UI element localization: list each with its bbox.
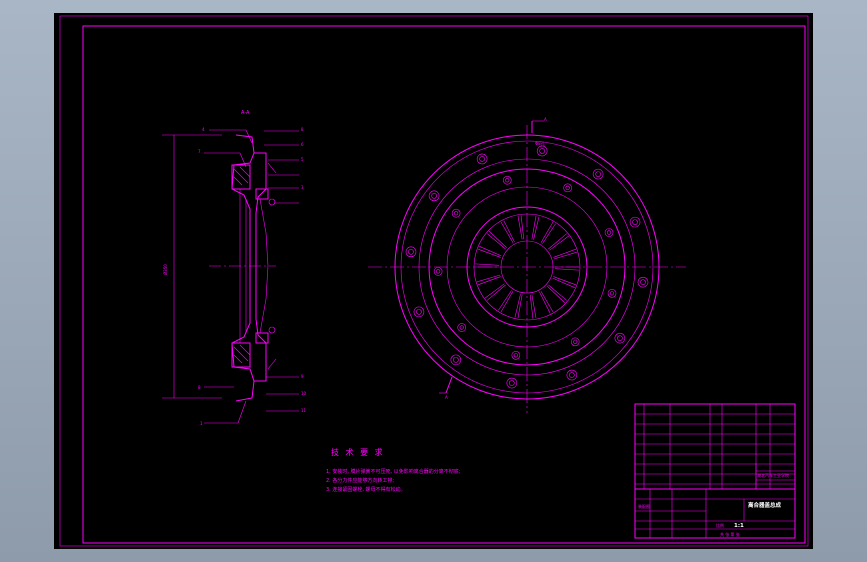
spring-finger-slot	[475, 263, 500, 266]
spring-finger-slot	[542, 223, 556, 244]
rivet-hole	[607, 289, 617, 298]
view-marker-top: A	[544, 117, 547, 122]
spring-finger-slot	[547, 286, 565, 303]
part-label: 1	[200, 421, 203, 426]
mounting-hole-inner	[416, 309, 422, 315]
rivet-hole-inner	[573, 339, 578, 344]
mounting-hole	[405, 246, 417, 258]
sheet-label: 共 张 第 张	[720, 531, 740, 537]
mounting-hole	[413, 306, 425, 318]
part-label: 6	[301, 142, 304, 147]
part-label: 8	[301, 127, 304, 132]
tech-title: 技 术 要 求	[331, 447, 385, 457]
spring-finger-slot	[549, 235, 569, 251]
tech-item: 3. 连接紧固螺栓, 螺母不得有松动。	[326, 486, 406, 493]
spring-finger-slot	[533, 216, 540, 240]
mounting-hole-inner	[632, 219, 638, 225]
spring-finger-slot	[531, 215, 537, 240]
spring-finger-slot	[485, 283, 505, 299]
rivet-hole	[604, 228, 614, 237]
mounting-hole	[536, 145, 548, 157]
spring-finger-slot	[540, 291, 554, 313]
mounting-hole	[450, 354, 462, 366]
spring-finger-slot	[486, 233, 506, 250]
mounting-hole	[637, 276, 649, 288]
rivet-hole-inner	[513, 353, 518, 358]
outer-border	[59, 15, 809, 547]
part-label: 11	[301, 408, 307, 413]
spring-finger-slot	[498, 290, 512, 311]
tech-item: 2. 各分力件应能够方向转工排;	[326, 477, 394, 484]
mounting-hole-inner	[453, 357, 459, 363]
rivet-hole-inner	[436, 269, 441, 274]
title-block: 湖北汽车工业学院 离合器盖总成 比例 1:1 共 张 第 张 装配图	[634, 403, 796, 539]
spring-finger-slot	[500, 291, 514, 313]
drawing-sheet: A-A Ø350 4 7 8 6 5 3 8 1 9 10 11 A A Φ8孔…	[54, 13, 813, 549]
material-label: 装配图	[638, 503, 650, 509]
section-view: A-A Ø350 4 7 8 6 5 3 8 1 9 10 11	[162, 110, 307, 426]
tech-item: 1. 安装时, 膜片弹簧不可压死, 以免影响离合器的分离不彻底;	[326, 468, 461, 475]
mounting-hole-inner	[479, 156, 485, 162]
rivet-hole	[502, 175, 512, 185]
scale-label: 比例	[716, 522, 724, 528]
spring-finger-slot	[548, 233, 568, 250]
spring-finger-slot	[503, 220, 515, 243]
spring-finger-slot	[500, 221, 514, 243]
rivet-hole-inner	[459, 325, 464, 330]
part-label: 7	[198, 149, 201, 154]
cad-drawing: A-A Ø350 4 7 8 6 5 3 8 1 9 10 11 A A Φ8孔…	[59, 15, 809, 547]
school-name: 湖北汽车工业学院	[757, 472, 789, 478]
dimension-main: Ø350	[163, 264, 168, 275]
dimension-callout: Φ8孔	[535, 140, 545, 146]
rivet-hole-inner	[453, 211, 459, 216]
mounting-hole	[506, 377, 518, 389]
mounting-hole-inner	[569, 372, 575, 378]
rivet-hole	[511, 351, 521, 360]
rivet-hole	[457, 323, 467, 332]
spring-finger-slot	[486, 284, 506, 301]
part-label: 5	[301, 157, 304, 162]
rivet-hole-inner	[565, 185, 570, 190]
part-label: 10	[301, 391, 307, 396]
part-label: 3	[301, 185, 304, 190]
part-label: 9	[301, 374, 304, 379]
mounting-hole	[592, 168, 604, 180]
spring-finger-slot	[540, 221, 554, 243]
spring-finger-slot	[554, 268, 579, 271]
view-marker-bottom: A	[445, 395, 448, 400]
section-label: A-A	[241, 110, 250, 116]
rivet-hole	[451, 208, 461, 218]
mounting-hole-inner	[595, 171, 601, 177]
drawing-name: 离合器盖总成	[748, 501, 782, 509]
tech-requirements: 技 术 要 求 1. 安装时, 膜片弹簧不可压死, 以免影响离合器的分离不彻底;…	[326, 447, 461, 493]
rivet-hole-inner	[606, 230, 612, 235]
rivet-hole	[563, 183, 572, 193]
rivet-hole-inner	[609, 291, 615, 296]
part-label: 4	[202, 127, 205, 132]
mounting-hole-inner	[640, 279, 646, 285]
mounting-hole	[428, 190, 440, 202]
spring-finger-slot	[548, 284, 568, 301]
rivet-hole-inner	[505, 178, 510, 183]
mounting-hole-inner	[408, 249, 414, 255]
mounting-hole	[629, 216, 641, 228]
mounting-hole	[476, 153, 488, 165]
front-view: A A Φ8孔	[368, 117, 686, 413]
scale-value: 1:1	[734, 523, 744, 529]
rivet-hole	[570, 337, 580, 347]
mounting-hole	[614, 332, 626, 344]
mounting-hole-inner	[509, 380, 515, 386]
mounting-hole	[566, 369, 578, 381]
spring-finger-slot	[489, 231, 507, 248]
rivet-hole	[433, 267, 443, 276]
spring-finger-slot	[514, 294, 521, 318]
spring-finger-slot	[539, 291, 551, 314]
mounting-hole-inner	[617, 335, 623, 341]
mounting-hole-inner	[539, 148, 545, 154]
spring-finger-slot	[517, 294, 523, 319]
part-label: 8	[198, 385, 201, 390]
mounting-hole-inner	[431, 193, 437, 199]
inner-border	[82, 25, 806, 544]
